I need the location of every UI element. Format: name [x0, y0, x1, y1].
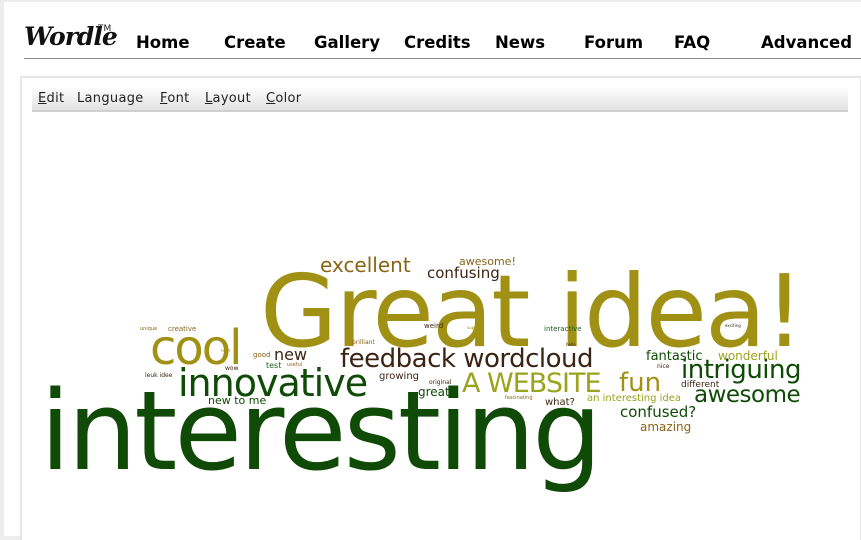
cloud-word: wow	[225, 365, 239, 372]
cloud-word: creative	[168, 325, 197, 333]
cloud-word: fascinating	[505, 395, 533, 401]
cloud-word: super	[467, 325, 479, 330]
word-cloud: Great idea! interesting innovative cool …	[22, 78, 860, 540]
cloud-word: unique	[140, 326, 158, 332]
nav-gallery[interactable]: Gallery	[314, 33, 380, 52]
cloud-word: confusing	[427, 264, 500, 282]
cloud-word: test	[266, 361, 282, 370]
cloud-word: original	[429, 379, 452, 386]
cloud-word: fantastic	[646, 349, 703, 364]
cloud-word: good	[253, 351, 271, 359]
trademark-mark: TM	[98, 24, 112, 34]
cloud-word: amazing	[640, 420, 692, 434]
cloud-word: new to me	[208, 394, 267, 407]
nav-faq[interactable]: FAQ	[674, 33, 710, 52]
nav-credits[interactable]: Credits	[404, 33, 471, 52]
cloud-word: growing	[379, 371, 419, 382]
nav-news[interactable]: News	[495, 33, 545, 52]
cloud-word: neat	[221, 348, 231, 353]
cloud-word: hello	[566, 342, 576, 347]
wordle-editor: Edit Language Font Layout Color Great id…	[20, 76, 861, 540]
cloud-word: useful	[287, 362, 303, 368]
cloud-word: wonderful	[718, 349, 778, 363]
cloud-word: nice	[657, 363, 670, 370]
page: Wordle TM Home Create Gallery Credits Ne…	[4, 2, 861, 540]
cloud-word: awesome!	[459, 255, 516, 268]
site-header: Wordle TM Home Create Gallery Credits Ne…	[24, 2, 861, 59]
cloud-word: brilliant	[352, 339, 375, 346]
cloud-word: weird	[424, 322, 444, 330]
cloud-word: what?	[545, 397, 575, 408]
nav-create[interactable]: Create	[224, 33, 286, 52]
cloud-word: interactive	[544, 325, 582, 333]
cloud-word: great	[418, 385, 450, 399]
cloud-word: A WEBSITE	[462, 368, 602, 399]
cloud-word: an interesting idea	[587, 393, 682, 404]
cloud-word: confused?	[620, 403, 697, 421]
nav-home[interactable]: Home	[136, 33, 190, 52]
nav-advanced[interactable]: Advanced	[761, 33, 852, 52]
nav-forum[interactable]: Forum	[584, 33, 643, 52]
cloud-word: different	[681, 380, 720, 390]
cloud-word: leuk idee	[145, 372, 173, 379]
cloud-word: exciting	[725, 323, 741, 328]
cloud-word: excellent	[320, 253, 411, 277]
